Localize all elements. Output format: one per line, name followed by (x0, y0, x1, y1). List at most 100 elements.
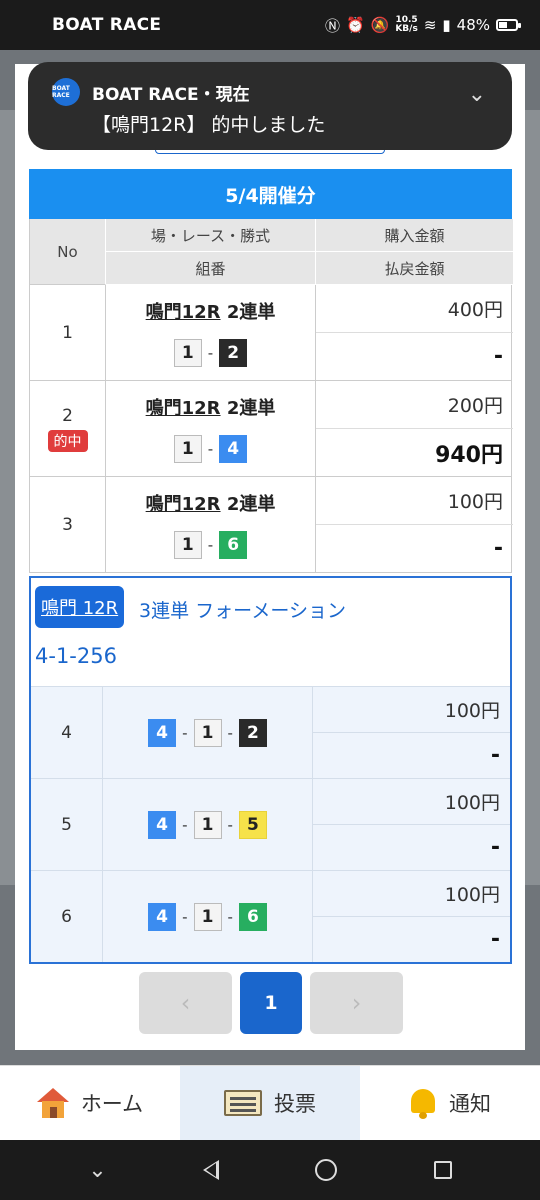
venue-link[interactable]: 鳴門12R (146, 302, 221, 323)
date-header: 5/4開催分 (29, 169, 512, 219)
row-amounts: 100円 - (313, 871, 510, 962)
nav-vote[interactable]: 投票 (180, 1066, 360, 1140)
mute-icon: 🔕 (370, 16, 390, 34)
boat-number: 4 (219, 434, 248, 463)
system-nav-bar: ⌄ (0, 1140, 540, 1200)
table-row: 1 鳴門12R 2連単 1 - 2 400円 - (29, 285, 513, 381)
nfc-icon: Ⓝ (324, 16, 340, 35)
row-race: 4 - 1 - 5 (103, 779, 313, 870)
boat-number: 1 (173, 530, 202, 559)
boat-number: 4 (148, 902, 177, 931)
combo: 1 - 6 (173, 530, 248, 559)
boat-number: 1 (173, 434, 202, 463)
prev-page-button[interactable]: ‹ (139, 972, 232, 1034)
boat-number: 1 (193, 718, 222, 747)
purchase-amount: 200円 (316, 381, 513, 429)
table-row: 5 4 - 1 - 5 100円 - (31, 778, 510, 870)
row-no: 5 (31, 779, 103, 870)
purchase-amount: 100円 (316, 477, 513, 525)
net-speed: 10.5 KB/s (395, 15, 418, 34)
home-circle-icon[interactable] (315, 1159, 338, 1181)
nav-home[interactable]: ホーム (0, 1066, 180, 1140)
pagination: ‹ 1 › (139, 972, 403, 1034)
formation-header: 鳴門 12R 3連単 フォーメーション 4-1-256 (31, 578, 510, 686)
purchase-amount: 100円 (313, 779, 510, 825)
row-amounts: 200円 940円 (316, 381, 513, 476)
ticket-icon (224, 1090, 262, 1116)
notification-title: BOAT RACE・現在 (92, 85, 250, 105)
row-amounts: 100円 - (313, 687, 510, 778)
row-race: 鳴門12R 2連単 1 - 4 (106, 381, 316, 476)
nav-notify[interactable]: 通知 (360, 1066, 540, 1140)
nav-home-label: ホーム (80, 1092, 144, 1116)
boat-number: 6 (238, 902, 267, 931)
row-no: 2 的中 (30, 381, 106, 476)
row-race: 4 - 1 - 2 (103, 687, 313, 778)
chevron-down-icon[interactable]: ⌄ (468, 82, 486, 107)
formation-bet-type: 3連単 フォーメーション (139, 600, 346, 622)
home-icon (36, 1088, 69, 1118)
bottom-nav: ホーム 投票 通知 (0, 1065, 540, 1140)
boat-number: 4 (148, 718, 177, 747)
boat-number: 1 (193, 810, 222, 839)
row-no: 4 (31, 687, 103, 778)
boat-number: 2 (219, 338, 248, 367)
row-no: 6 (31, 871, 103, 962)
battery-icon (496, 19, 521, 31)
row-no: 1 (30, 285, 106, 380)
status-bar: BOAT RACE Ⓝ ⏰ 🔕 10.5 KB/s ≋ ▮ 48% (0, 0, 540, 50)
alarm-icon: ⏰ (345, 16, 365, 34)
boat-number: 2 (238, 718, 267, 747)
bell-icon (409, 1087, 437, 1119)
notification-message: 【鳴門12R】 的中しました (92, 114, 326, 136)
bet-history-modal: 5/4開催分 No 場・レース・勝式 購入金額 組番 払戻金額 1 鳴門12R … (15, 64, 525, 1050)
chevron-down-icon[interactable]: ⌄ (88, 1158, 106, 1183)
bet-table: 5/4開催分 No 場・レース・勝式 購入金額 組番 払戻金額 1 鳴門12R … (29, 169, 513, 964)
header-purchase: 購入金額 (316, 219, 513, 252)
combo: 1 - 2 (173, 338, 248, 367)
boat-number: 4 (148, 810, 177, 839)
payout-amount: 940円 (435, 442, 503, 468)
formation-venue-button[interactable]: 鳴門 12R (35, 586, 125, 628)
table-row: 2 的中 鳴門12R 2連単 1 - 4 200円 940円 (29, 381, 513, 477)
boat-number: 6 (219, 530, 248, 559)
venue-link[interactable]: 鳴門12R (146, 398, 221, 419)
row-race: 鳴門12R 2連単 1 - 6 (106, 477, 316, 572)
nav-notify-label: 通知 (449, 1092, 491, 1116)
combo: 4 - 1 - 2 (148, 718, 267, 747)
wifi-icon: ≋ (423, 16, 437, 34)
recents-icon[interactable] (433, 1161, 452, 1179)
payout-amount: - (493, 344, 503, 369)
row-race: 4 - 1 - 6 (103, 871, 313, 962)
signal-icon: ▮ (442, 16, 451, 34)
formation-block: 鳴門 12R 3連単 フォーメーション 4-1-256 4 4 - 1 - 2 … (29, 576, 512, 964)
combo: 4 - 1 - 5 (148, 810, 267, 839)
page-1-button[interactable]: 1 (240, 972, 302, 1034)
boat-race-logo-icon: BOAT RACE (52, 78, 80, 106)
formation-pattern: 4-1-256 (35, 644, 117, 668)
header-no: No (30, 219, 106, 285)
back-icon[interactable] (203, 1160, 220, 1180)
combo: 1 - 4 (173, 434, 248, 463)
hit-badge: 的中 (47, 429, 88, 452)
push-notification[interactable]: BOAT RACE BOAT RACE・現在 【鳴門12R】 的中しました ⌄ (28, 62, 512, 150)
next-page-button[interactable]: › (310, 972, 403, 1034)
table-row: 3 鳴門12R 2連単 1 - 6 100円 - (29, 477, 513, 573)
venue-link[interactable]: 鳴門12R (146, 494, 221, 515)
row-no: 3 (30, 477, 106, 572)
battery-percent: 48% (456, 16, 490, 34)
boat-number: 5 (238, 810, 267, 839)
header-race: 場・レース・勝式 (106, 219, 316, 252)
payout-amount: - (490, 927, 500, 952)
table-row: 6 4 - 1 - 6 100円 - (31, 870, 510, 962)
boat-number: 1 (193, 902, 222, 931)
status-icons: Ⓝ ⏰ 🔕 10.5 KB/s ≋ ▮ 48% (324, 15, 521, 36)
row-amounts: 100円 - (313, 779, 510, 870)
table-header: No 場・レース・勝式 購入金額 組番 払戻金額 (29, 219, 513, 285)
header-combo: 組番 (106, 252, 316, 285)
purchase-amount: 100円 (313, 871, 510, 917)
nav-vote-label: 投票 (274, 1092, 316, 1116)
payout-amount: - (490, 835, 500, 860)
status-app-name: BOAT RACE (52, 15, 162, 35)
header-payout: 払戻金額 (316, 252, 513, 285)
